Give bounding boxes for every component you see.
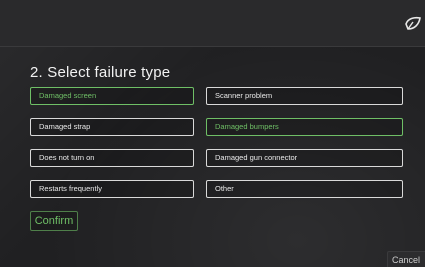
option-other[interactable]: Other (206, 180, 403, 198)
option-restarts-frequently[interactable]: Restarts frequently (30, 180, 194, 198)
brand-leaf-icon (405, 16, 421, 30)
option-does-not-turn-on[interactable]: Does not turn on (30, 149, 194, 167)
cancel-button[interactable]: Cancel (387, 251, 425, 267)
confirm-button[interactable]: Confirm (30, 211, 78, 231)
option-damaged-bumpers[interactable]: Damaged bumpers (206, 118, 403, 136)
option-damaged-strap[interactable]: Damaged strap (30, 118, 194, 136)
option-scanner-problem[interactable]: Scanner problem (206, 87, 403, 105)
page-title: 2. Select failure type (30, 64, 171, 81)
top-bar (0, 0, 425, 47)
option-damaged-screen[interactable]: Damaged screen (30, 87, 194, 105)
option-damaged-gun-connector[interactable]: Damaged gun connector (206, 149, 403, 167)
